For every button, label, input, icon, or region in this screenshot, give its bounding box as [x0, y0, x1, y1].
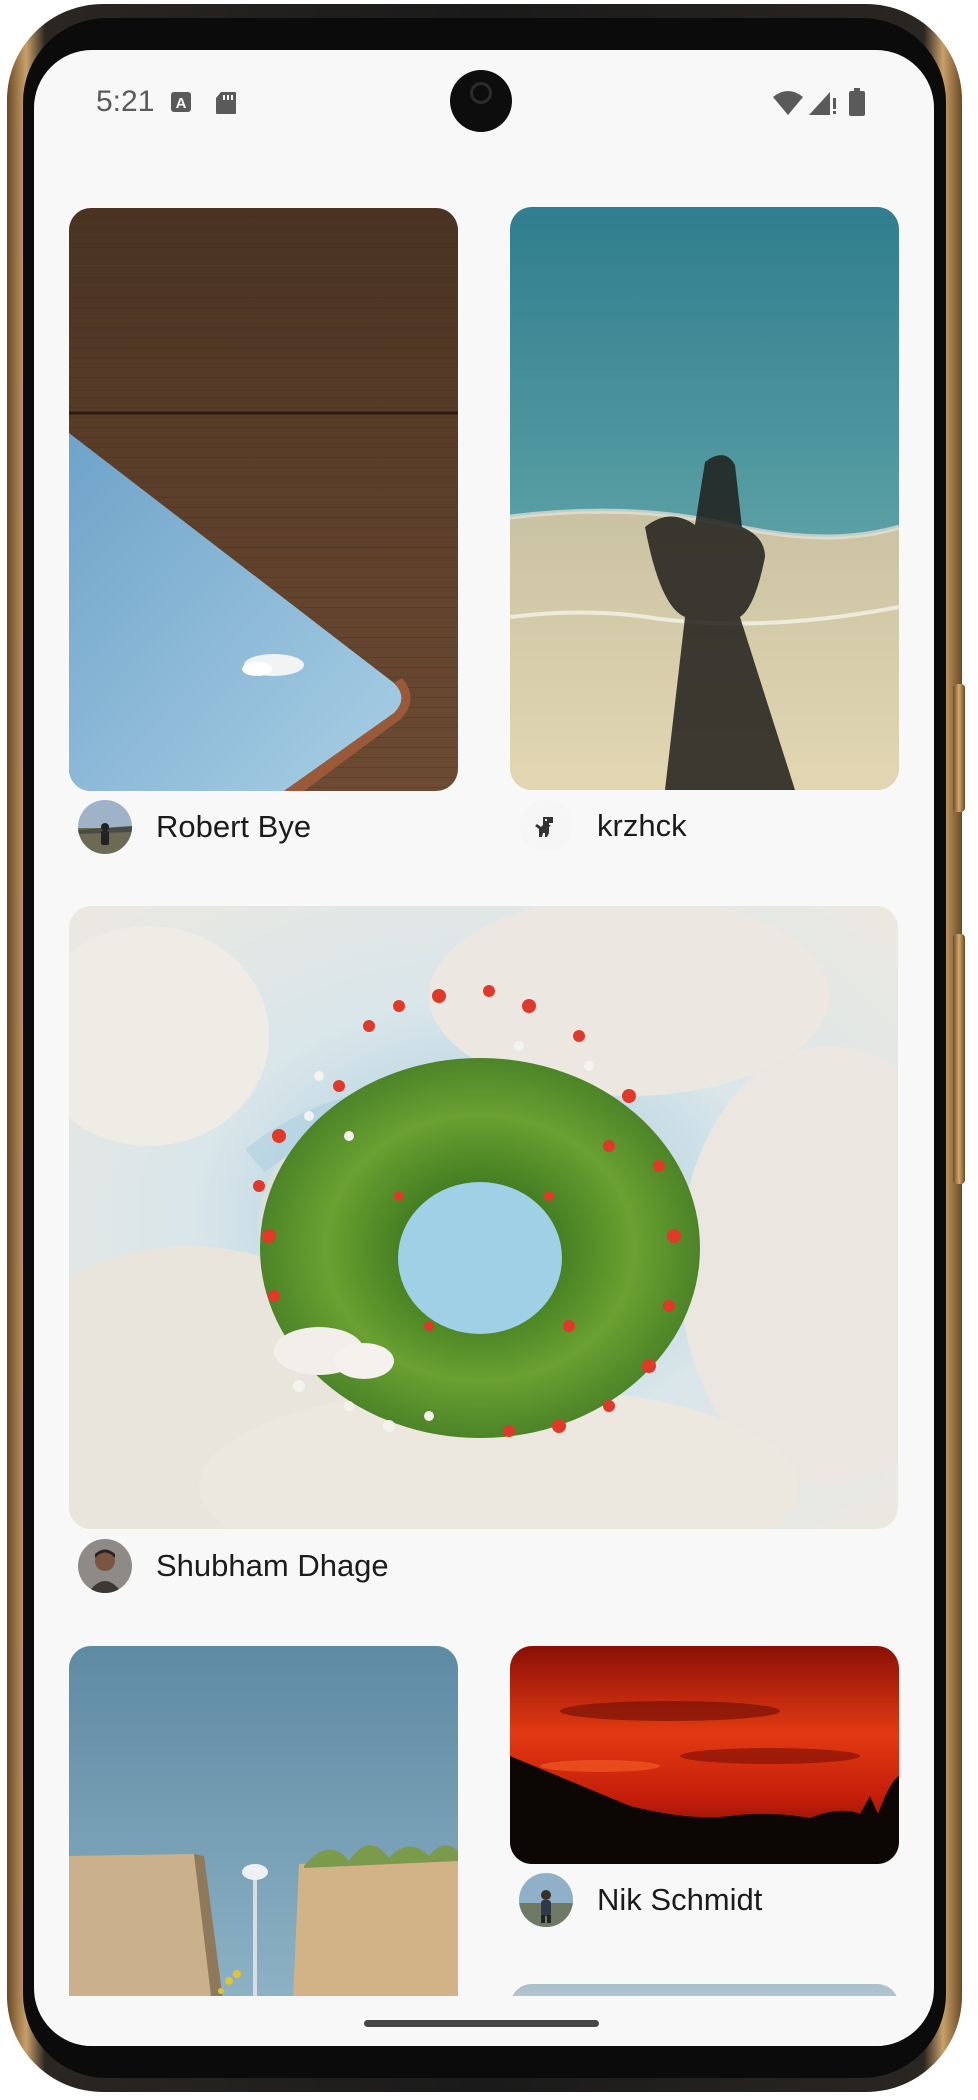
walls-lamppost-sky-photo: [69, 1646, 458, 2046]
author-row[interactable]: Shubham Dhage: [78, 1539, 389, 1593]
avatar: [78, 800, 132, 854]
text-a-notification-icon: A: [170, 91, 192, 117]
svg-text:A: A: [176, 95, 187, 112]
author-row[interactable]: krzhck: [519, 799, 687, 853]
dinosaur-icon: [519, 799, 573, 853]
photo-card-walls-lamppost[interactable]: [69, 1646, 458, 2046]
cellular-signal-icon: [808, 90, 838, 120]
battery-icon: [849, 88, 865, 120]
sd-card-icon: [215, 91, 237, 119]
front-camera: [450, 70, 512, 132]
author-row[interactable]: Robert Bye: [78, 800, 311, 854]
avatar: [78, 1539, 132, 1593]
author-row[interactable]: Nik Schmidt: [519, 1873, 762, 1927]
photo-card-beach-shadow[interactable]: [510, 207, 899, 790]
red-sunset-silhouette-photo: [510, 1646, 899, 1864]
photo-card-flower-ring[interactable]: [69, 906, 898, 1529]
status-time: 5:21: [96, 85, 155, 118]
photo-card-red-sunset[interactable]: [510, 1646, 899, 1864]
home-indicator[interactable]: [364, 2020, 599, 2027]
author-name: krzhck: [597, 808, 687, 843]
screen: 5:21 A Robert Bye krzhck Shubham Dhage N…: [34, 50, 934, 2046]
photo-card-wood-building[interactable]: [69, 208, 458, 791]
volume-button: [953, 684, 965, 812]
avatar: [519, 1873, 573, 1927]
avatar: [519, 799, 573, 853]
wood-building-sky-photo: [69, 208, 458, 791]
power-button: [953, 934, 965, 1184]
author-name: Shubham Dhage: [156, 1548, 389, 1583]
beach-shadow-photo: [510, 207, 899, 790]
wifi-icon: [772, 90, 804, 120]
author-name: Nik Schmidt: [597, 1882, 763, 1917]
flower-ring-clouds-photo: [69, 906, 898, 1529]
author-name: Robert Bye: [156, 809, 312, 844]
